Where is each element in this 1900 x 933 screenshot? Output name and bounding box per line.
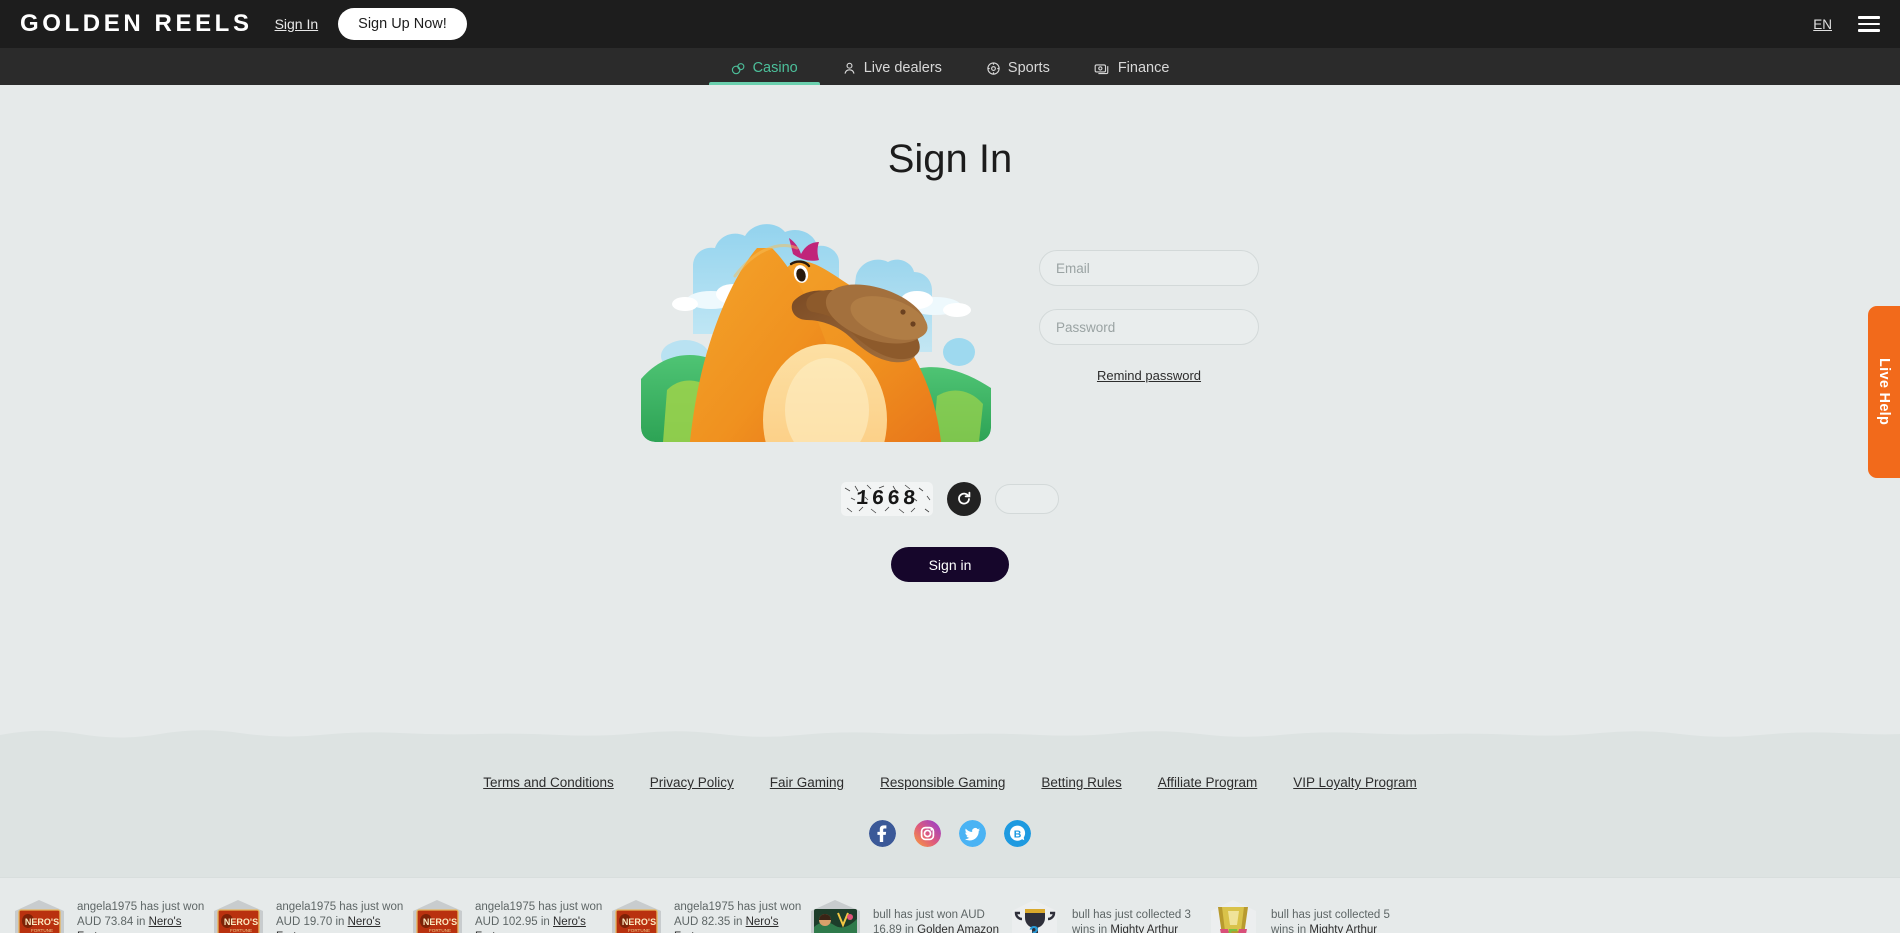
captcha-row: 1668 [0, 482, 1900, 516]
social-links: B [0, 820, 1900, 847]
main-navigation: Casino Live dealers Sports Finance [0, 48, 1900, 85]
footer-link-fair-gaming[interactable]: Fair Gaming [770, 775, 844, 790]
password-input[interactable] [1056, 319, 1242, 335]
language-selector[interactable]: EN [1813, 17, 1832, 32]
ticker-item-message: angela1975 has just won AUD 73.84 in [77, 901, 205, 929]
ticker-item[interactable]: 3 bull has just collected 3 wins in Migh… [1007, 899, 1206, 933]
hamburger-icon[interactable] [1858, 16, 1880, 32]
ticker-item-message: angela1975 has just won AUD 19.70 in [276, 901, 404, 929]
neros-fortune-thumb: NERO'S FORTUNE [211, 899, 266, 933]
footer-link-privacy[interactable]: Privacy Policy [650, 775, 734, 790]
tab-live-dealers-label: Live dealers [863, 60, 942, 76]
email-field[interactable] [1039, 250, 1259, 286]
ticker-item-text: angela1975 has just won AUD 102.95 in Ne… [475, 900, 609, 933]
footer-link-betting-rules[interactable]: Betting Rules [1041, 775, 1121, 790]
footer-link-terms[interactable]: Terms and Conditions [483, 775, 614, 790]
ticker-item[interactable]: NERO'S FORTUNE angela1975 has just won A… [211, 899, 410, 933]
ball-icon [986, 61, 1001, 76]
ticker-item[interactable]: NERO'S FORTUNE angela1975 has just won A… [12, 899, 211, 933]
svg-text:FORTUNE: FORTUNE [31, 928, 53, 933]
ticker-item-game[interactable]: Golden Amazon [917, 924, 999, 933]
winners-ticker: NERO'S FORTUNE angela1975 has just won A… [0, 877, 1900, 933]
footer-link-affiliate[interactable]: Affiliate Program [1158, 775, 1258, 790]
svg-text:NERO'S: NERO'S [423, 917, 457, 927]
ticker-item-text: bull has just won AUD 16.89 in Golden Am… [873, 908, 1007, 933]
money-icon [1094, 61, 1111, 76]
trophy-3-thumb: 3 [1007, 899, 1062, 933]
top-bar-right: EN [1813, 16, 1880, 32]
tab-sports-label: Sports [1007, 60, 1050, 76]
page-root: GOLDEN REELS Sign In Sign Up Now! EN Cas… [0, 0, 1900, 933]
submit-row: Sign in [0, 547, 1900, 582]
tab-finance-label: Finance [1117, 60, 1170, 76]
blogger-icon[interactable]: B [1004, 820, 1031, 847]
svg-text:5: 5 [1227, 926, 1238, 933]
svg-text:3: 3 [1029, 923, 1039, 933]
chips-icon [731, 61, 746, 76]
captcha-refresh-button[interactable] [947, 482, 981, 516]
twitter-icon[interactable] [959, 820, 986, 847]
tab-casino[interactable]: Casino [708, 60, 820, 85]
sign-in-submit-button[interactable]: Sign in [891, 547, 1009, 582]
svg-text:NERO'S: NERO'S [224, 917, 258, 927]
facebook-icon[interactable] [869, 820, 896, 847]
instagram-icon[interactable] [914, 820, 941, 847]
svg-text:FORTUNE: FORTUNE [628, 928, 650, 933]
tab-sports[interactable]: Sports [964, 60, 1072, 85]
svg-text:NERO'S: NERO'S [622, 917, 656, 927]
top-bar: GOLDEN REELS Sign In Sign Up Now! EN [0, 0, 1900, 48]
dealer-icon [842, 61, 857, 76]
neros-fortune-thumb: NERO'S FORTUNE [609, 899, 664, 933]
ticker-item[interactable]: bull has just won AUD 16.89 in Golden Am… [808, 899, 1007, 933]
footer: Terms and Conditions Privacy Policy Fair… [0, 747, 1900, 877]
sign-up-button[interactable]: Sign Up Now! [338, 8, 467, 40]
captcha-input[interactable] [995, 484, 1059, 514]
ticker-item[interactable]: NERO'S FORTUNE angela1975 has just won A… [609, 899, 808, 933]
ticker-item[interactable]: NERO'S FORTUNE angela1975 has just won A… [410, 899, 609, 933]
remind-password-link[interactable]: Remind password [1039, 368, 1259, 383]
tab-casino-label: Casino [752, 60, 798, 76]
live-help-label: Live Help [1876, 358, 1892, 426]
neros-fortune-thumb: NERO'S FORTUNE [410, 899, 465, 933]
svg-text:FORTUNE: FORTUNE [429, 928, 451, 933]
tab-finance[interactable]: Finance [1072, 60, 1192, 85]
ticker-item-game[interactable]: Mighty Arthur [1309, 924, 1377, 933]
svg-text:FORTUNE: FORTUNE [230, 928, 252, 933]
sign-in-form: Remind password [1039, 214, 1259, 383]
ticker-item-text: bull has just collected 5 wins in Mighty… [1271, 908, 1405, 933]
svg-text:NERO'S: NERO'S [25, 917, 59, 927]
page-title: Sign In [887, 137, 1013, 181]
svg-text:B: B [1014, 828, 1022, 840]
footer-link-responsible-gaming[interactable]: Responsible Gaming [880, 775, 1005, 790]
trophy-5-thumb: 5 [1206, 899, 1261, 933]
ticker-item-text: angela1975 has just won AUD 82.35 in Ner… [674, 900, 808, 933]
ticker-item-text: angela1975 has just won AUD 73.84 in Ner… [77, 900, 211, 933]
main-content: Sign In Email Remind password 1668 Sign … [0, 85, 1900, 707]
refresh-icon [956, 490, 972, 509]
wave-divider [0, 721, 1900, 747]
sign-in-panel: Remind password [0, 214, 1900, 442]
brand-logo[interactable]: GOLDEN REELS [20, 10, 253, 38]
ticker-item-game[interactable]: Mighty Arthur [1110, 924, 1178, 933]
email-input[interactable] [1056, 260, 1242, 276]
password-field[interactable] [1039, 309, 1259, 345]
neros-fortune-thumb: NERO'S FORTUNE [12, 899, 67, 933]
ticker-item-message: angela1975 has just won AUD 82.35 in [674, 901, 802, 929]
tab-live-dealers[interactable]: Live dealers [820, 60, 964, 85]
golden-amazon-thumb [808, 899, 863, 933]
live-help-tab[interactable]: Live Help [1868, 306, 1900, 478]
footer-link-vip[interactable]: VIP Loyalty Program [1293, 775, 1417, 790]
ticker-item-text: bull has just collected 3 wins in Mighty… [1072, 908, 1206, 933]
platypus-illustration [641, 214, 991, 442]
sign-in-link[interactable]: Sign In [275, 16, 319, 32]
ticker-item[interactable]: 5 bull has just collected 5 wins in Migh… [1206, 899, 1405, 933]
footer-links: Terms and Conditions Privacy Policy Fair… [0, 775, 1900, 790]
ticker-item-text: angela1975 has just won AUD 19.70 in Ner… [276, 900, 410, 933]
captcha-noise [844, 484, 931, 514]
captcha-image: 1668 [841, 482, 933, 516]
